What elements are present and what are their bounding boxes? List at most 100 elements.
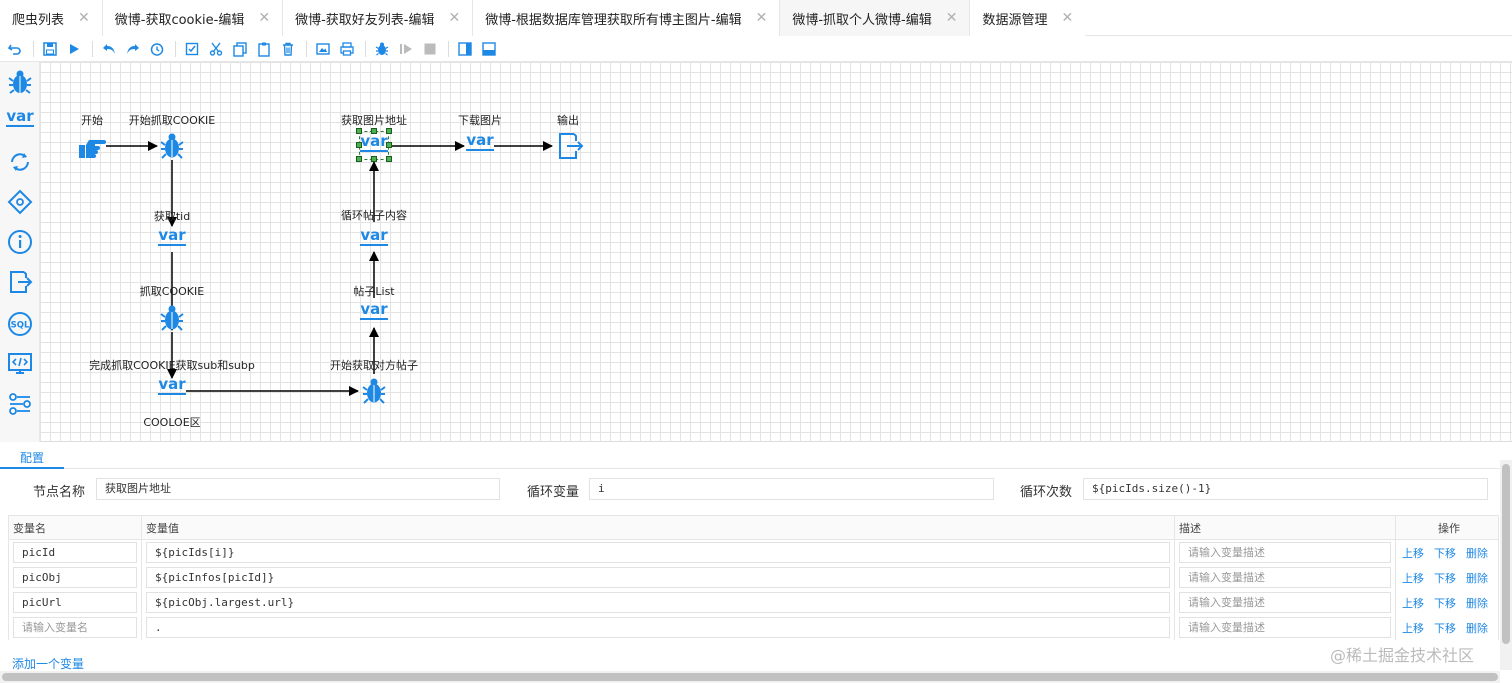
start-node[interactable] [74,128,110,164]
move-up-link[interactable]: 上移 [1402,622,1424,635]
tab-crawler-list[interactable]: 爬虫列表 ✕ [0,0,103,36]
var-name-input[interactable]: picObj [13,567,137,588]
tab-weibo-images[interactable]: 微博-根据数据库管理获取所有博主图片-编辑 ✕ [473,0,781,36]
close-icon[interactable]: ✕ [756,10,768,26]
delete-link[interactable]: 删除 [1466,572,1488,585]
export-image-icon[interactable] [312,38,334,60]
cut-icon[interactable] [205,38,227,60]
delete-icon[interactable] [277,38,299,60]
table-row: picId ${picIds[i]} 请输入变量描述 上移 下移 删除 [8,539,1499,565]
var-node-done-cookie[interactable]: var [154,368,190,404]
close-icon[interactable]: ✕ [448,10,460,26]
var-desc-input[interactable]: 请输入变量描述 [1179,567,1391,588]
var-node-download[interactable]: var [462,124,498,160]
var-value-input[interactable]: . [146,617,1170,638]
var-name-input[interactable]: picId [13,542,137,563]
resize-handle[interactable] [371,128,377,134]
close-icon[interactable]: ✕ [258,10,270,26]
svg-text:SQL: SQL [11,321,30,331]
paste-icon[interactable] [253,38,275,60]
var-desc-input[interactable]: 请输入变量描述 [1179,542,1391,563]
tab-weibo-personal[interactable]: 微博-抓取个人微博-编辑 ✕ [780,0,971,36]
resize-handle[interactable] [356,128,362,134]
close-icon[interactable]: ✕ [1061,10,1073,26]
resize-handle[interactable] [386,142,392,148]
run-icon[interactable] [63,38,85,60]
move-up-link[interactable]: 上移 [1402,572,1424,585]
condition-icon[interactable] [4,186,36,218]
add-variable-link[interactable]: 添加一个变量 [12,655,84,672]
var-node-loop-posts[interactable]: var [356,219,392,255]
spider-icon[interactable] [4,66,36,98]
var-name-input[interactable]: picUrl [13,592,137,613]
var-node-get-tid[interactable]: var [154,219,190,255]
delete-link[interactable]: 删除 [1466,597,1488,610]
code-icon[interactable] [4,348,36,380]
horizontal-scrollbar[interactable] [0,671,1500,683]
tab-weibo-friends[interactable]: 微博-获取好友列表-编辑 ✕ [283,0,474,36]
var-icon[interactable]: var [4,102,36,134]
copy-icon[interactable] [229,38,251,60]
loop-count-input[interactable]: ${picIds.size()-1} [1083,478,1488,500]
step-icon[interactable] [395,38,417,60]
edges-layer [106,141,553,396]
var-value-input[interactable]: ${picObj.largest.url} [146,592,1170,613]
node-label-grab-cookie: 抓取COOKIE [139,285,205,298]
spider-node-start-posts[interactable] [356,373,392,409]
node-name-input[interactable]: 获取图片地址 [96,478,500,500]
flow-canvas[interactable]: 开始 开始抓取COOKIE 获取tid 抓取COOKIE 完成抓取COOKIE获… [40,62,1512,442]
move-down-link[interactable]: 下移 [1434,597,1456,610]
output-node[interactable] [552,128,588,164]
select-icon[interactable] [181,38,203,60]
move-up-link[interactable]: 上移 [1402,597,1424,610]
delete-link[interactable]: 删除 [1466,547,1488,560]
var-node-post-list[interactable]: var [356,293,392,329]
node-label-start: 开始 [81,114,103,127]
function-icon[interactable] [4,388,36,420]
sql-icon[interactable]: SQL [4,308,36,340]
loop-var-input[interactable]: i [589,478,994,500]
move-down-link[interactable]: 下移 [1434,622,1456,635]
resize-handle[interactable] [356,142,362,148]
move-up-link[interactable]: 上移 [1402,547,1424,560]
var-desc-input[interactable]: 请输入变量描述 [1179,592,1391,613]
hand-pointer-icon [79,140,106,158]
stop-icon[interactable] [419,38,441,60]
undo-icon[interactable] [98,38,120,60]
table-header-row: 变量名 变量值 描述 操作 [8,515,1499,540]
vertical-scrollbar[interactable] [1500,460,1512,670]
var-value-input[interactable]: ${picInfos[picId]} [146,567,1170,588]
close-icon[interactable]: ✕ [946,10,958,26]
tab-datasource[interactable]: 数据源管理 ✕ [970,0,1086,36]
debug-icon[interactable] [371,38,393,60]
move-down-link[interactable]: 下移 [1434,572,1456,585]
history-icon[interactable] [146,38,168,60]
var-value-input[interactable]: ${picIds[i]} [146,542,1170,563]
back-icon[interactable] [4,38,26,60]
resize-handle[interactable] [371,156,377,162]
var-desc-input[interactable]: 请输入变量描述 [1179,617,1391,638]
scroll-thumb[interactable] [2,673,1498,681]
save-icon[interactable] [39,38,61,60]
spider-node-grab-cookie[interactable] [154,300,190,336]
loop-icon[interactable] [4,146,36,178]
tab-config[interactable]: 配置 [0,449,64,469]
var-name-input[interactable]: 请输入变量名 [13,617,137,638]
redo-icon[interactable] [122,38,144,60]
print-icon[interactable] [336,38,358,60]
scroll-thumb[interactable] [1502,464,1510,644]
table-row: 请输入变量名 . 请输入变量描述 上移 下移 删除 [8,615,1499,640]
spider-node-start-cookie[interactable] [154,128,190,164]
resize-handle[interactable] [386,156,392,162]
info-icon[interactable] [4,226,36,258]
bottom-panel-icon[interactable] [478,38,500,60]
loop-count-label: 循环次数 [1020,485,1073,500]
delete-link[interactable]: 删除 [1466,622,1488,635]
move-down-link[interactable]: 下移 [1434,547,1456,560]
right-panel-icon[interactable] [454,38,476,60]
resize-handle[interactable] [386,128,392,134]
resize-handle[interactable] [356,156,362,162]
output-icon[interactable] [4,266,36,298]
close-icon[interactable]: ✕ [78,10,90,26]
tab-weibo-cookie[interactable]: 微博-获取cookie-编辑 ✕ [102,0,284,36]
